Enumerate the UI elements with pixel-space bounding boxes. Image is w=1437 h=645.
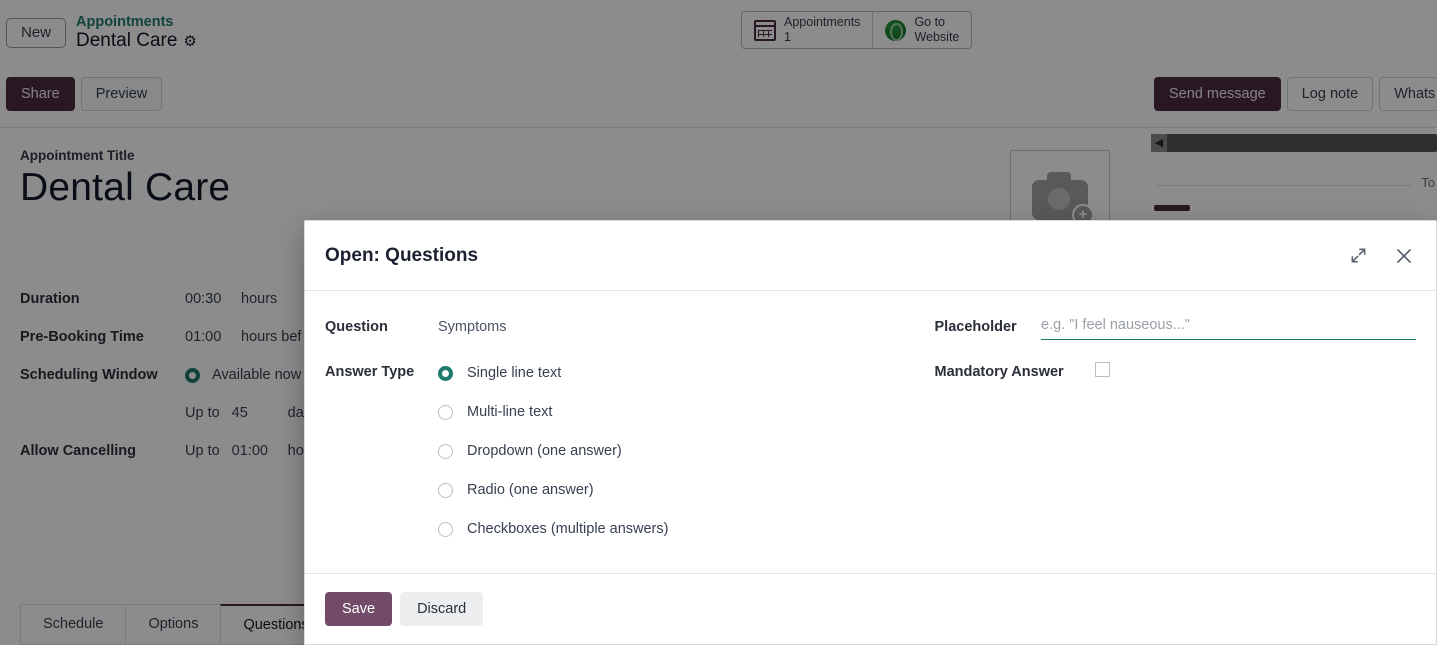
- placeholder-field-wrap: [1041, 317, 1416, 340]
- placeholder-input[interactable]: [1041, 317, 1416, 340]
- modal-header: Open: Questions: [305, 221, 1436, 291]
- radio-label-dropdown: Dropdown (one answer): [467, 443, 622, 459]
- placeholder-label: Placeholder: [934, 319, 1017, 335]
- modal-row-question: Question Symptoms: [325, 317, 871, 362]
- radio-option-checkboxes[interactable]: Checkboxes (multiple answers): [438, 521, 871, 537]
- modal-row-answer-type: Answer Type Single line text Multi-line …: [325, 362, 871, 537]
- radio-option-multi-line-text[interactable]: Multi-line text: [438, 404, 871, 420]
- radio-unselected-icon[interactable]: [438, 482, 453, 498]
- questions-modal: Open: Questions Question Symptoms Answer…: [304, 220, 1437, 645]
- mandatory-answer-checkbox[interactable]: [1094, 362, 1110, 377]
- radio-unselected-icon[interactable]: [438, 521, 453, 537]
- modal-right-column: Placeholder Mandatory Answer: [871, 317, 1417, 563]
- close-icon[interactable]: [1392, 244, 1416, 268]
- radio-option-dropdown[interactable]: Dropdown (one answer): [438, 443, 871, 459]
- question-label: Question: [325, 319, 388, 335]
- app-root: New Appointments Dental Care ⚙ Appointme…: [0, 0, 1437, 645]
- radio-unselected-icon[interactable]: [438, 443, 453, 459]
- modal-header-icons: [1346, 244, 1416, 268]
- expand-icon[interactable]: [1346, 244, 1370, 268]
- radio-label-checkboxes: Checkboxes (multiple answers): [467, 521, 669, 537]
- radio-option-radio[interactable]: Radio (one answer): [438, 482, 871, 498]
- question-value[interactable]: Symptoms: [438, 317, 871, 335]
- answer-type-options: Single line text Multi-line text Dropdow…: [438, 362, 871, 537]
- radio-selected-icon[interactable]: [438, 365, 453, 381]
- radio-label-single-line-text: Single line text: [467, 365, 562, 381]
- radio-label-multi-line-text: Multi-line text: [467, 404, 553, 420]
- modal-left-column: Question Symptoms Answer Type Single lin…: [325, 317, 871, 563]
- save-button[interactable]: Save: [325, 592, 393, 626]
- modal-title: Open: Questions: [325, 244, 479, 266]
- answer-type-radio-group: Single line text Multi-line text Dropdow…: [438, 362, 871, 537]
- modal-footer: Save Discard: [305, 573, 1436, 644]
- radio-label-radio: Radio (one answer): [467, 482, 594, 498]
- modal-row-placeholder: Placeholder: [934, 317, 1416, 362]
- mandatory-answer-field-wrap: [1094, 362, 1417, 381]
- mandatory-answer-label: Mandatory Answer: [934, 364, 1064, 380]
- modal-row-mandatory-answer: Mandatory Answer: [935, 362, 1417, 407]
- radio-unselected-icon[interactable]: [438, 404, 453, 420]
- discard-button[interactable]: Discard: [400, 592, 484, 626]
- answer-type-label: Answer Type: [325, 364, 415, 380]
- radio-option-single-line-text[interactable]: Single line text: [438, 365, 871, 381]
- modal-body: Question Symptoms Answer Type Single lin…: [305, 291, 1436, 573]
